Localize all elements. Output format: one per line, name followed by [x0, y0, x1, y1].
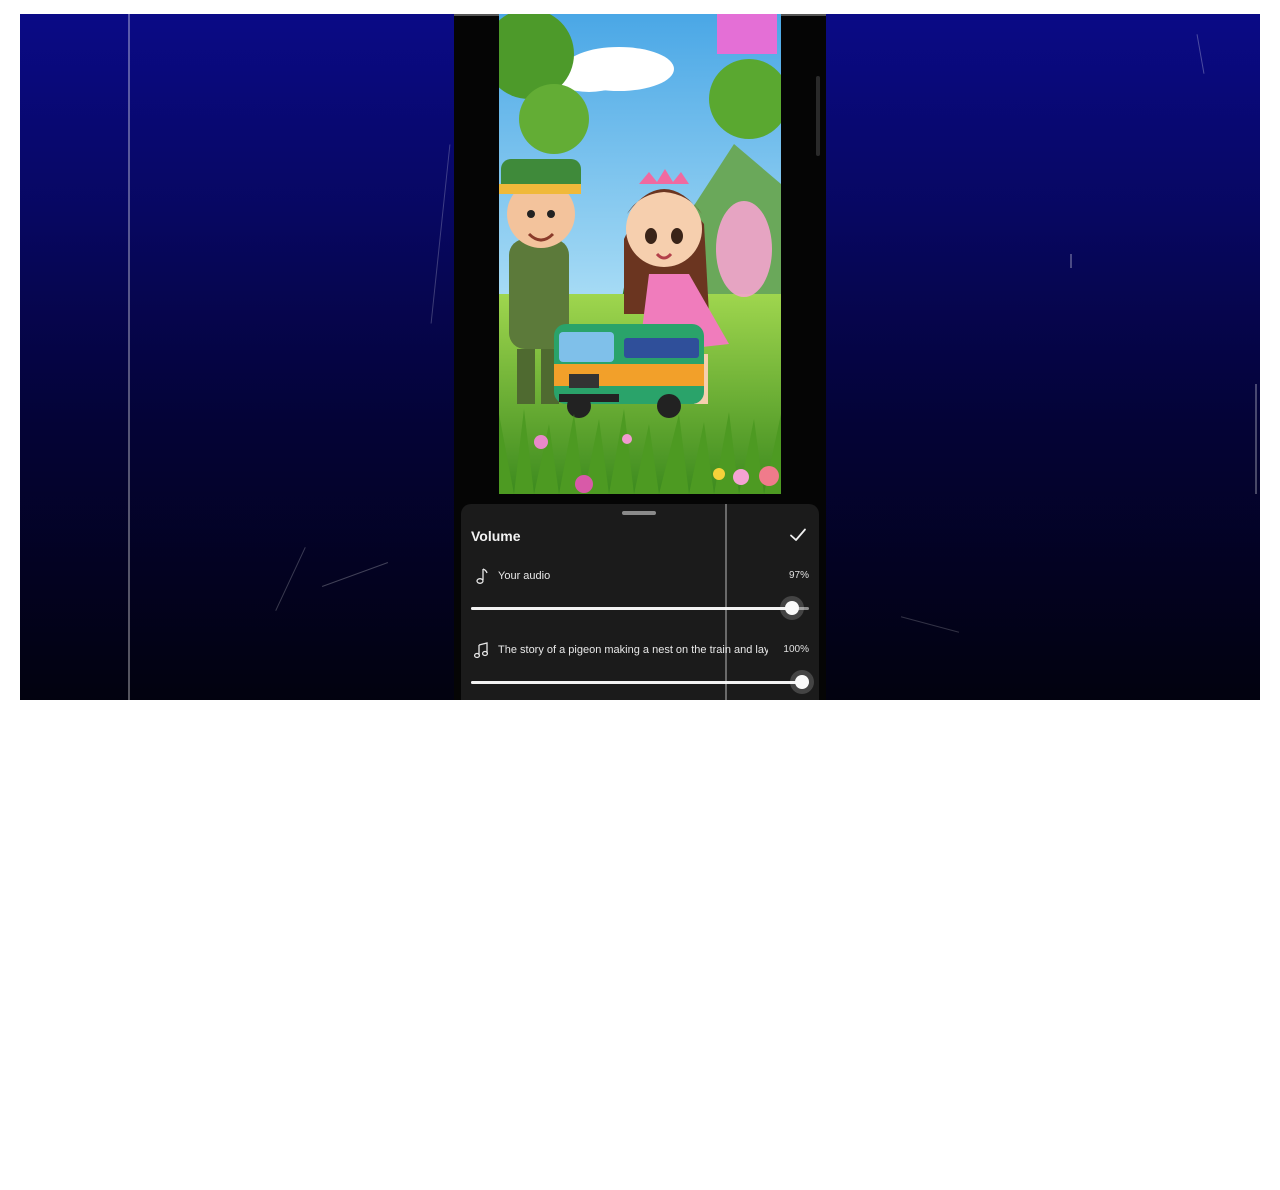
volume-slider-your-audio[interactable]: [471, 601, 809, 615]
music-note-icon: [476, 568, 488, 584]
music-notes-icon: [473, 642, 489, 659]
slider-knob[interactable]: [785, 601, 800, 615]
slider-fill: [471, 607, 793, 610]
track-label-your-audio: Your audio: [498, 570, 551, 582]
panel-title: Volume: [471, 528, 521, 544]
slider-knob[interactable]: [795, 675, 810, 689]
drag-handle[interactable]: [622, 511, 656, 515]
phone-screen: Volume Your audio 97% The story of a pig…: [454, 14, 826, 1190]
track-volume-value: 97%: [788, 570, 809, 581]
volume-slider-story[interactable]: [471, 675, 810, 689]
video-preview[interactable]: [499, 14, 781, 494]
check-icon[interactable]: [787, 524, 809, 546]
track-volume-value: 100%: [783, 644, 809, 655]
playhead-line: [725, 504, 727, 1190]
track-label-story: The story of a pigeon making a nest on t…: [498, 644, 768, 656]
cartoon-illustration: [499, 14, 781, 494]
slider-fill: [471, 681, 803, 684]
volume-panel: Volume Your audio 97% The story of a pig…: [461, 504, 819, 1190]
